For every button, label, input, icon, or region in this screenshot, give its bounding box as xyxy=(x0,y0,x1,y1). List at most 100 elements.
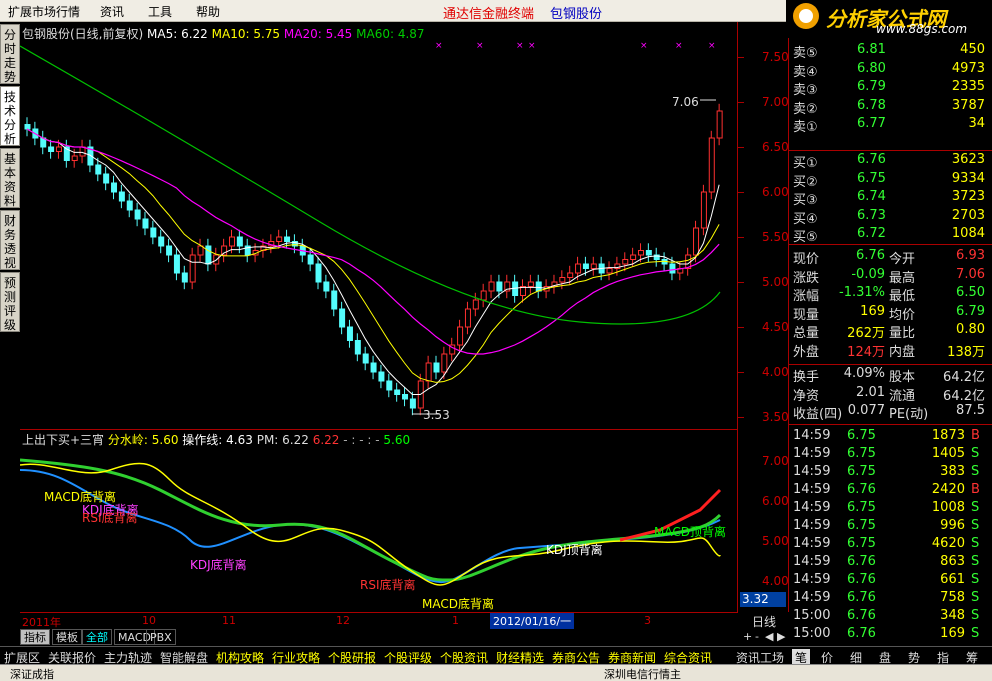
stat-label: 涨跌 xyxy=(793,270,820,286)
stat-value: 124万 xyxy=(847,344,885,360)
y-tick-mark xyxy=(738,327,744,328)
tick-row: 14:59 6.75 1008 S xyxy=(789,500,992,518)
menu-tools[interactable]: 工具 xyxy=(148,3,172,20)
tick-direction: S xyxy=(971,536,980,551)
zoom-in-button[interactable]: + xyxy=(743,630,752,643)
stat-label: 股本 xyxy=(889,370,916,385)
tab-technical[interactable]: 技术分析 xyxy=(0,86,20,146)
tick-direction: B xyxy=(971,482,980,497)
indicator-chart[interactable]: 上出下买+三宵 分水岭: 5.60 操作线: 4.63 PM: 6.22 6.2… xyxy=(20,430,738,612)
ask-price: 6.79 xyxy=(857,79,886,94)
annotation-rsi-2: RSI底背离 xyxy=(360,578,416,592)
tick-volume: 383 xyxy=(940,464,965,479)
bid-price: 6.74 xyxy=(857,189,886,204)
candle-body xyxy=(79,146,86,157)
scroll-right-button[interactable]: ▶ xyxy=(777,630,785,643)
ask-volume: 3787 xyxy=(951,97,985,113)
bid-row: 买① 6.76 3623 xyxy=(789,152,992,171)
scroll-left-button[interactable]: ◀ xyxy=(765,630,773,643)
y-tick-label: 3.50 xyxy=(762,410,789,424)
stat-row: 现价 6.76 今开 6.93 xyxy=(789,248,992,267)
tab-fundamentals[interactable]: 基本资料 xyxy=(0,148,20,208)
time-label: 3 xyxy=(644,614,651,627)
stat-row: 换手 4.09% 股本 64.2亿 xyxy=(789,366,992,385)
y-tick-label: 5.00 xyxy=(762,275,789,289)
tab-finance[interactable]: 财务透视 xyxy=(0,210,20,270)
menu-help[interactable]: 帮助 xyxy=(196,3,220,20)
candle-body xyxy=(645,250,652,256)
tick-direction: S xyxy=(971,608,980,623)
tick-direction: S xyxy=(971,590,980,605)
tick-direction: S xyxy=(971,572,980,587)
tab-indicator[interactable]: 指标 xyxy=(20,629,50,645)
candle-body xyxy=(386,380,393,391)
y-tick-label: 7.50 xyxy=(762,50,789,64)
candle-body xyxy=(331,290,338,310)
stat-value: -1.31% xyxy=(839,285,885,300)
menu-extend-market[interactable]: 扩展市场行情 xyxy=(8,3,80,20)
ask-volume: 2335 xyxy=(951,79,985,94)
bid-row: 买④ 6.73 2703 xyxy=(789,208,992,227)
candle-body xyxy=(142,218,149,229)
stat-label: 涨幅 xyxy=(793,289,820,304)
kline-svg: × × × × × × × xyxy=(20,41,723,416)
candle-body xyxy=(433,362,440,373)
tick-volume: 661 xyxy=(940,572,965,587)
period-label[interactable]: 日线 xyxy=(752,613,776,630)
zoom-controls: + - ◀ ▶ xyxy=(741,630,787,645)
ma20-line xyxy=(26,128,720,355)
tick-direction: S xyxy=(971,554,980,569)
bid-label: 买③ xyxy=(793,193,818,208)
tick-volume: 2420 xyxy=(931,482,965,497)
stat-value: -0.09 xyxy=(851,266,885,282)
y-tick-mark xyxy=(738,237,744,238)
quote-panel: 卖⑤ 6.81 450 卖④ 6.80 4973 卖③ 6.79 2335 卖② 6.78 3787 卖… xyxy=(788,38,992,641)
stat-row: 净资 2.01 流通 64.2亿 xyxy=(789,385,992,404)
tab-template[interactable]: 模板 xyxy=(52,629,82,645)
candle-body xyxy=(228,236,235,247)
bid-label: 买① xyxy=(793,156,818,171)
tab-pbx[interactable]: PBX xyxy=(146,629,176,645)
tick-volume: 1405 xyxy=(931,446,965,461)
kline-chart[interactable]: 包钢股份(日线,前复权) MA5: 6.22 MA10: 5.75 MA20: … xyxy=(20,22,738,430)
tick-price: 6.76 xyxy=(847,626,876,641)
status-index: 深证成指 xyxy=(10,668,54,681)
candle-body xyxy=(378,371,385,382)
stat-row: 现量 169 均价 6.79 xyxy=(789,304,992,323)
candle-body xyxy=(480,290,487,301)
tab-rating[interactable]: 预测评级 xyxy=(0,272,20,332)
ask-label: 卖④ xyxy=(793,64,818,80)
ask-volume: 4973 xyxy=(951,60,985,76)
y-tick-label: 6.00 xyxy=(762,185,789,199)
signal-marker: × xyxy=(528,41,536,51)
tick-row: 15:00 6.76 348 S xyxy=(789,608,992,626)
stat-value: 7.06 xyxy=(956,266,985,282)
stat-label: 总量 xyxy=(793,326,820,341)
tab-finance-label: 财务透视 xyxy=(3,214,16,270)
separator xyxy=(789,424,992,425)
time-label: 11 xyxy=(222,614,236,627)
tick-row: 14:59 6.76 661 S xyxy=(789,572,992,590)
annotation-macd-2: MACD底背离 xyxy=(422,597,494,611)
candle-body xyxy=(354,340,361,355)
zoom-out-button[interactable]: - xyxy=(755,630,759,643)
annotation-kdj-top: KDJ顶背离 xyxy=(546,543,603,557)
y-tick-label: 6.50 xyxy=(762,140,789,154)
tab-all[interactable]: 全部 xyxy=(82,629,112,645)
tick-direction: S xyxy=(971,500,980,515)
tick-time: 14:59 xyxy=(793,464,831,479)
stat-label: 现价 xyxy=(793,252,820,267)
menu-news[interactable]: 资讯 xyxy=(100,3,124,20)
candle-body xyxy=(111,182,118,193)
candle-body xyxy=(48,146,55,152)
stat-value: 4.09% xyxy=(843,366,885,381)
stat-value: 87.5 xyxy=(956,403,985,418)
tick-price: 6.76 xyxy=(847,482,876,497)
ask-row: 卖① 6.77 34 xyxy=(789,116,992,135)
high-marker: 7.06 xyxy=(672,95,699,109)
stat-label: PE(动) xyxy=(889,407,929,422)
tick-row: 14:59 6.76 758 S xyxy=(789,590,992,608)
y-tick-label: 4.00 xyxy=(762,365,789,379)
tab-intraday[interactable]: 分时走势 xyxy=(0,24,20,84)
candle-body xyxy=(205,245,212,265)
